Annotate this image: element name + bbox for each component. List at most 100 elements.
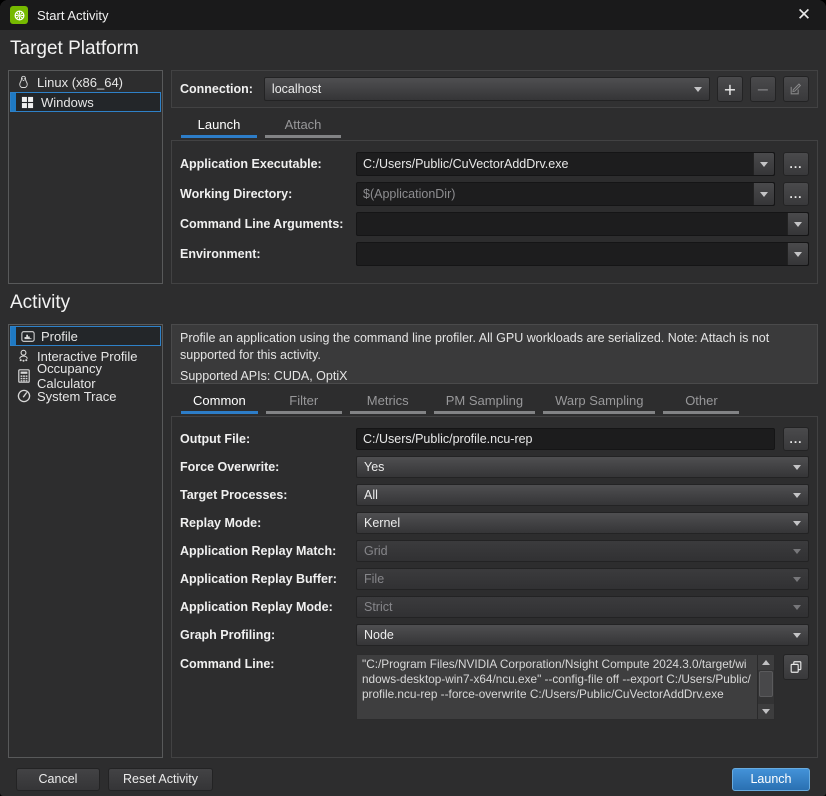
application-replay-buffer-select: File [356,568,809,590]
tab-metrics[interactable]: Metrics [350,388,426,414]
application-replay-buffer-label: Application Replay Buffer: [180,572,356,586]
activity-item-label: System Trace [37,389,116,404]
platform-list: Linux (x86_64) Windows [8,70,163,284]
output-file-browse-button[interactable]: ... [783,427,809,451]
launch-button[interactable]: Launch [732,768,810,791]
calculator-icon [16,369,31,384]
scroll-up-icon[interactable] [758,655,774,670]
connection-label: Connection: [180,82,253,96]
application-executable-label: Application Executable: [180,157,356,171]
copy-icon[interactable] [783,654,809,680]
nsight-compute-app-icon [10,6,28,24]
environment-row: Environment: [180,242,809,266]
target-processes-label: Target Processes: [180,488,356,502]
chevron-down-icon[interactable] [787,243,808,265]
replay-mode-select[interactable]: Kernel [356,512,809,534]
close-icon[interactable]: ✕ [792,3,816,27]
output-file-row: Output File: C:/Users/Public/profile.ncu… [180,428,809,450]
command-line-label: Command Line: [180,654,356,671]
target-processes-select[interactable]: All [356,484,809,506]
working-directory-browse-button[interactable]: ... [783,182,809,206]
tab-pm-sampling[interactable]: PM Sampling [434,388,535,414]
chevron-down-icon[interactable] [787,213,808,235]
launch-attach-tabs: Launch Attach [171,112,818,138]
chevron-down-icon[interactable] [753,153,774,175]
tab-launch[interactable]: Launch [181,112,257,138]
activity-description-text: Profile an application using the command… [180,330,809,363]
graph-profiling-label: Graph Profiling: [180,628,356,642]
command-line-row: Command Line: "C:/Program Files/NVIDIA C… [180,654,809,720]
chevron-down-icon [793,549,801,554]
command-line-arguments-label: Command Line Arguments: [180,217,356,231]
person-icon [16,349,31,364]
add-connection-button[interactable]: + [717,76,743,102]
force-overwrite-row: Force Overwrite: Yes [180,456,809,478]
command-line-arguments-row: Command Line Arguments: [180,212,809,236]
connection-select[interactable]: localhost [264,77,710,101]
chevron-down-icon [793,521,801,526]
tab-warp-sampling[interactable]: Warp Sampling [543,388,655,414]
activity-item-profile[interactable]: Profile [10,326,161,346]
activity-item-occupancy-calculator[interactable]: Occupancy Calculator [10,366,161,386]
chevron-down-icon [793,577,801,582]
application-replay-mode-label: Application Replay Mode: [180,600,356,614]
chevron-down-icon [694,87,702,92]
environment-combo[interactable] [356,242,809,266]
force-overwrite-select[interactable]: Yes [356,456,809,478]
common-settings-group: Output File: C:/Users/Public/profile.ncu… [171,416,818,758]
scrollbar[interactable] [757,655,774,719]
window-title: Start Activity [37,8,109,23]
graph-profiling-select[interactable]: Node [356,624,809,646]
working-directory-label: Working Directory: [180,187,356,201]
target-processes-row: Target Processes: All [180,484,809,506]
tab-attach[interactable]: Attach [265,112,341,138]
edit-connection-button[interactable] [783,76,809,102]
application-replay-match-row: Application Replay Match: Grid [180,540,809,562]
application-replay-mode-row: Application Replay Mode: Strict [180,596,809,618]
platform-item-windows[interactable]: Windows [10,92,161,112]
chevron-down-icon [793,465,801,470]
scroll-down-icon[interactable] [758,704,774,719]
chevron-down-icon [793,493,801,498]
activity-list: Profile Interactive Profile [8,324,163,758]
titlebar: Start Activity ✕ [0,0,826,30]
profile-chart-icon [20,329,35,344]
output-file-label: Output File: [180,432,356,446]
output-file-input[interactable]: C:/Users/Public/profile.ncu-rep [356,428,775,450]
remove-connection-button[interactable]: − [750,76,776,102]
application-replay-buffer-row: Application Replay Buffer: File [180,568,809,590]
graph-profiling-row: Graph Profiling: Node [180,624,809,646]
chevron-down-icon[interactable] [753,183,774,205]
application-replay-mode-select: Strict [356,596,809,618]
application-executable-row: Application Executable: C:/Users/Public/… [180,152,809,176]
application-executable-browse-button[interactable]: ... [783,152,809,176]
tab-filter[interactable]: Filter [266,388,342,414]
cancel-button[interactable]: Cancel [16,768,100,791]
activity-supported-apis: Supported APIs: CUDA, OptiX [180,368,809,385]
linux-icon [16,75,31,90]
profile-settings-tabs: Common Filter Metrics PM Sampling Warp S… [171,388,818,414]
start-activity-dialog: Start Activity ✕ Target Platform Linux ( [0,0,826,796]
scrollbar-track[interactable] [758,670,774,704]
target-platform-heading: Target Platform [10,38,818,64]
tab-common[interactable]: Common [181,388,258,414]
platform-item-label: Linux (x86_64) [37,75,123,90]
gauge-icon [16,389,31,404]
application-executable-combo[interactable]: C:/Users/Public/CuVectorAddDrv.exe [356,152,775,176]
tab-other[interactable]: Other [663,388,739,414]
chevron-down-icon [793,605,801,610]
platform-item-label: Windows [41,95,94,110]
command-line-preview: "C:/Program Files/NVIDIA Corporation/Nsi… [356,654,775,720]
activity-item-label: Profile [41,329,78,344]
activity-item-system-trace[interactable]: System Trace [10,386,161,406]
connection-group: Connection: localhost + − [171,70,818,108]
scrollbar-thumb[interactable] [759,671,773,697]
working-directory-combo[interactable]: $(ApplicationDir) [356,182,775,206]
platform-item-linux[interactable]: Linux (x86_64) [10,72,161,92]
launch-settings-group: Application Executable: C:/Users/Public/… [171,140,818,284]
application-replay-match-label: Application Replay Match: [180,544,356,558]
command-line-arguments-combo[interactable] [356,212,809,236]
force-overwrite-label: Force Overwrite: [180,460,356,474]
reset-activity-button[interactable]: Reset Activity [108,768,213,791]
working-directory-row: Working Directory: $(ApplicationDir) ... [180,182,809,206]
